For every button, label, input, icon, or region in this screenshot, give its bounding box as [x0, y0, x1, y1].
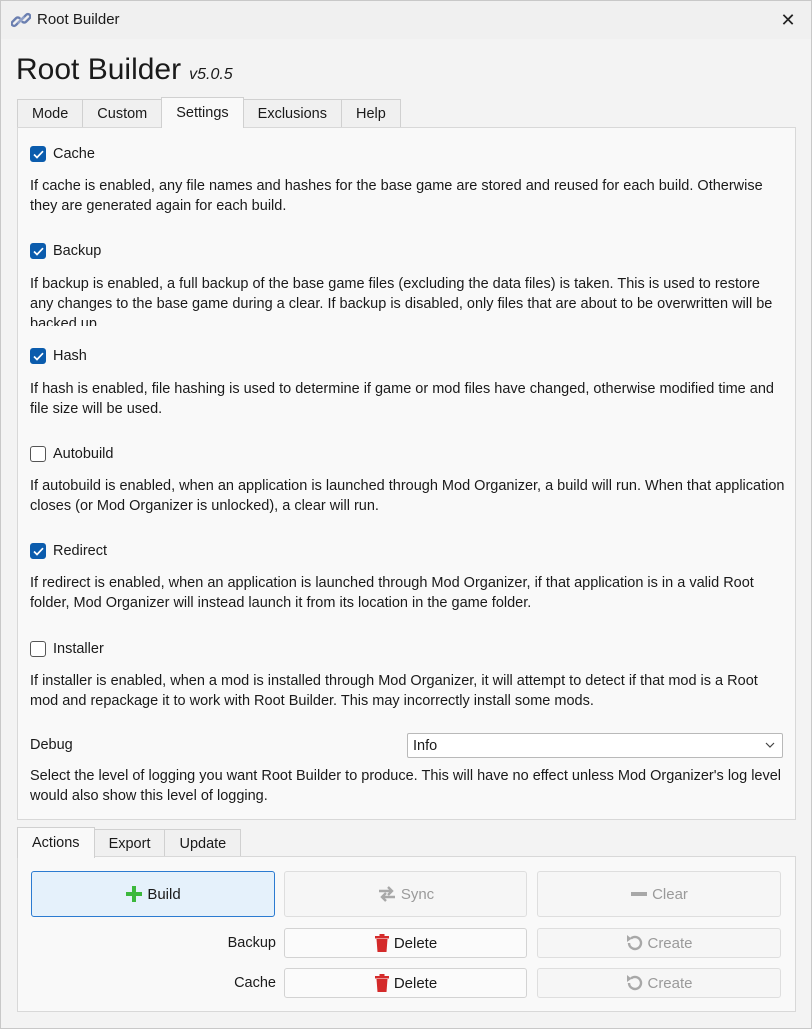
undo-icon: [625, 974, 643, 992]
create-label: Create: [647, 934, 693, 952]
delete-label: Delete: [393, 974, 438, 992]
cache-delete-button[interactable]: Delete: [284, 968, 527, 998]
hash-checkbox[interactable]: [30, 348, 46, 364]
tab-help[interactable]: Help: [340, 99, 401, 128]
autobuild-checkbox[interactable]: [30, 446, 46, 462]
create-label: Create: [647, 974, 693, 992]
backup-delete-button[interactable]: Delete: [284, 928, 527, 958]
actions-panel: Build Sync Clear Backup Delete Create Ca…: [17, 856, 796, 1012]
trash-icon: [374, 974, 390, 992]
backup-checkbox[interactable]: [30, 243, 46, 259]
tab-settings[interactable]: Settings: [161, 97, 244, 128]
checkmark-icon: [32, 547, 44, 556]
build-label: Build: [147, 885, 181, 903]
action-tabbar: Actions Export Update: [17, 827, 242, 858]
cache-checkbox[interactable]: [30, 146, 46, 162]
root-builder-window: Root Builder ✕ Root Builder v5.0.5 Mode …: [0, 0, 812, 1029]
redirect-option[interactable]: Redirect: [30, 543, 107, 559]
autobuild-option[interactable]: Autobuild: [30, 446, 113, 462]
backup-create-button[interactable]: Create: [537, 928, 781, 958]
backup-description: If backup is enabled, a full backup of t…: [30, 276, 773, 326]
hash-option[interactable]: Hash: [30, 348, 87, 364]
close-button[interactable]: ✕: [765, 1, 811, 39]
debug-selected-value: Info: [413, 737, 438, 754]
main-tabbar: Mode Custom Settings Exclusions Help: [17, 97, 401, 128]
trash-icon: [374, 934, 390, 952]
cache-row-label: Cache: [234, 975, 276, 991]
clear-button[interactable]: Clear: [537, 871, 781, 917]
app-header: Root Builder v5.0.5: [16, 53, 233, 87]
backup-row-label: Backup: [227, 935, 276, 951]
backup-label: Backup: [53, 243, 102, 259]
installer-description: If installer is enabled, when a mod is i…: [30, 673, 758, 709]
installer-option[interactable]: Installer: [30, 641, 104, 657]
sync-button[interactable]: Sync: [284, 871, 527, 917]
app-name: Root Builder: [16, 53, 182, 86]
installer-checkbox[interactable]: [30, 641, 46, 657]
delete-label: Delete: [393, 934, 438, 952]
hash-label: Hash: [53, 348, 87, 364]
tab-label: Help: [355, 106, 386, 122]
tab-mode[interactable]: Mode: [17, 99, 84, 128]
cache-label: Cache: [53, 146, 95, 162]
tab-label: Update: [179, 836, 227, 852]
tab-label: Actions: [32, 835, 80, 851]
checkmark-icon: [32, 247, 44, 256]
installer-label: Installer: [53, 641, 104, 657]
debug-level-select[interactable]: Info: [407, 733, 783, 758]
minus-icon: [630, 885, 648, 903]
sync-arrows-icon: [377, 885, 397, 903]
tab-label: Settings: [176, 105, 229, 121]
redirect-checkbox[interactable]: [30, 543, 46, 559]
backup-option[interactable]: Backup: [30, 243, 101, 259]
redirect-description: If redirect is enabled, when an applicat…: [30, 575, 754, 611]
tab-label: Exclusions: [257, 106, 327, 122]
debug-description: Select the level of logging you want Roo…: [30, 768, 782, 804]
autobuild-label: Autobuild: [53, 446, 114, 462]
cache-description: If cache is enabled, any file names and …: [30, 178, 763, 214]
settings-panel: Cache If cache is enabled, any file name…: [17, 127, 796, 820]
tab-label: Custom: [97, 106, 148, 122]
build-button[interactable]: Build: [31, 871, 275, 917]
clear-label: Clear: [652, 885, 688, 903]
app-version: v5.0.5: [189, 66, 233, 83]
chevron-down-icon: [765, 742, 775, 748]
close-icon: ✕: [780, 9, 796, 30]
tab-custom[interactable]: Custom: [82, 99, 163, 128]
hash-description: If hash is enabled, file hashing is used…: [30, 381, 774, 417]
tab-label: Export: [108, 836, 151, 852]
sync-label: Sync: [400, 885, 435, 903]
chain-link-icon: [11, 12, 31, 28]
title-bar: Root Builder ✕: [1, 1, 811, 39]
tab-export[interactable]: Export: [93, 829, 166, 858]
checkmark-icon: [32, 352, 44, 361]
plus-icon: [125, 885, 143, 903]
tab-label: Mode: [32, 106, 69, 122]
tab-update[interactable]: Update: [164, 829, 242, 858]
autobuild-description: If autobuild is enabled, when an applica…: [30, 478, 785, 514]
redirect-label: Redirect: [53, 543, 107, 559]
undo-icon: [625, 934, 643, 952]
checkmark-icon: [32, 150, 44, 159]
cache-option[interactable]: Cache: [30, 146, 95, 162]
tab-exclusions[interactable]: Exclusions: [242, 99, 342, 128]
window-title: Root Builder: [37, 11, 120, 28]
cache-create-button[interactable]: Create: [537, 968, 781, 998]
debug-label: Debug: [30, 737, 73, 753]
tab-actions[interactable]: Actions: [17, 827, 95, 858]
